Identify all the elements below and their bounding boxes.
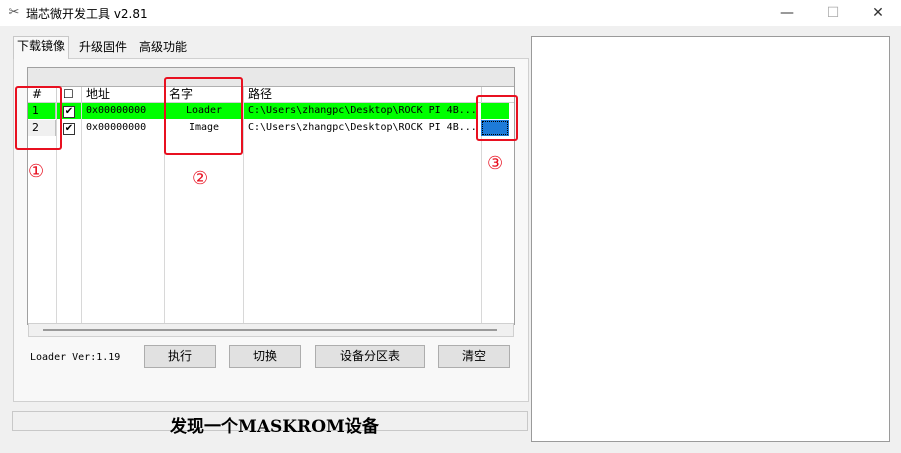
image-list[interactable]: # ☐ 地址 名字 路径 1 ✔ 0x00000000 Loader C:\Us…	[27, 67, 515, 325]
annotation-label-1: ①	[28, 161, 45, 182]
partition-table-button[interactable]: 设备分区表	[315, 345, 425, 368]
row-path[interactable]: C:\Users\zhangpc\Desktop\ROCK PI 4B...	[244, 103, 476, 119]
table-row[interactable]: 1 ✔ 0x00000000 Loader C:\Users\zhangpc\D…	[28, 103, 509, 119]
annotation-box-name	[164, 77, 243, 155]
annotation-box-select	[476, 95, 518, 141]
annotation-label-2: ②	[192, 168, 209, 189]
table-row[interactable]: 2 ✔ 0x00000000 Image C:\Users\zhangpc\De…	[28, 120, 509, 136]
loader-version: Loader Ver:1.19	[30, 352, 121, 363]
annotation-box-index	[15, 86, 62, 150]
tab-upgrade-firmware[interactable]: 升级固件	[76, 38, 130, 58]
tab-download-image[interactable]: 下载镜像	[13, 36, 70, 59]
minimize-button[interactable]: —	[764, 0, 810, 26]
title-bar: ✂ 瑞芯微开发工具 v2.81 — ☐ ✕	[0, 0, 901, 26]
horizontal-scrollbar[interactable]	[28, 323, 514, 337]
check-icon[interactable]: ✔	[63, 106, 75, 118]
status-message: 发现一个MASKROM设备	[170, 417, 379, 437]
clear-button[interactable]: 清空	[438, 345, 510, 368]
row-address[interactable]: 0x00000000	[82, 120, 164, 136]
header-path[interactable]: 路径	[244, 87, 482, 102]
execute-button[interactable]: 执行	[144, 345, 216, 368]
window-title: 瑞芯微开发工具 v2.81	[26, 7, 148, 21]
row-address[interactable]: 0x00000000	[82, 103, 164, 119]
close-button[interactable]: ✕	[855, 0, 901, 26]
list-header: # ☐ 地址 名字 路径	[28, 87, 514, 103]
tab-advanced-functions[interactable]: 高级功能	[136, 38, 190, 58]
row-path[interactable]: C:\Users\zhangpc\Desktop\ROCK PI 4B...	[244, 120, 476, 136]
annotation-label-3: ③	[487, 153, 504, 174]
maximize-button[interactable]: ☐	[810, 0, 856, 26]
check-icon[interactable]: ✔	[63, 123, 75, 135]
switch-button[interactable]: 切换	[229, 345, 301, 368]
list-top-band	[28, 68, 514, 87]
scrollbar-thumb[interactable]	[43, 329, 497, 331]
header-address[interactable]: 地址	[82, 87, 165, 102]
app-tools-icon: ✂	[8, 5, 20, 20]
log-panel[interactable]	[531, 36, 890, 442]
